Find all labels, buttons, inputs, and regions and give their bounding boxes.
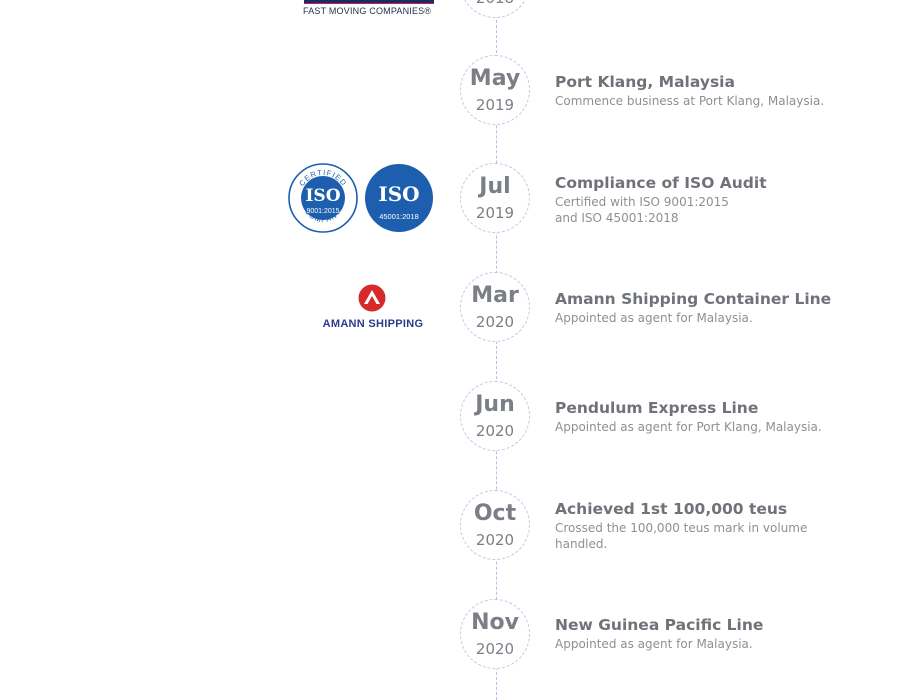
timeline-entry-partial: 2018 (0, 0, 900, 20)
date-year: 2020 (475, 640, 515, 658)
fast-moving-companies-logo: FAST MOVING COMPANIES® (300, 0, 442, 20)
event-description: Commence business at Port Klang, Malaysi… (555, 94, 825, 108)
event-text: Amann Shipping Container Line Appointed … (555, 290, 855, 327)
event-text: New Guinea Pacific Line Appointed as age… (555, 616, 855, 653)
timeline-entry: Jun 2020 Pendulum Express Line Appointed… (0, 381, 900, 453)
date-circle: Mar 2020 (460, 272, 530, 342)
date-year: 2020 (475, 422, 515, 440)
date-circle: Nov 2020 (460, 599, 530, 669)
event-title: Achieved 1st 100,000 teus (555, 500, 788, 518)
date-month: Jul (479, 174, 511, 199)
event-title: Pendulum Express Line (555, 399, 759, 417)
event-description: Appointed as agent for Malaysia. (555, 311, 753, 325)
date-year: 2020 (475, 313, 515, 331)
date-circle: May 2019 (460, 55, 530, 125)
date-circle: 2018 (460, 0, 530, 18)
timeline-entry: May 2019 Port Klang, Malaysia Commence b… (0, 55, 900, 127)
timeline-entry: Jul 2019 Compliance of ISO Audit Certifi… (0, 163, 900, 235)
date-year: 2018 (461, 0, 529, 7)
date-circle: Jul 2019 (460, 163, 530, 233)
timeline-entry: Oct 2020 Achieved 1st 100,000 teus Cross… (0, 490, 900, 562)
date-year: 2019 (475, 96, 515, 114)
date-month: Nov (471, 610, 519, 635)
event-text: Achieved 1st 100,000 teus Crossed the 10… (555, 500, 855, 552)
event-title: Port Klang, Malaysia (555, 73, 735, 91)
event-text: Compliance of ISO Audit Certified with I… (555, 174, 855, 226)
event-title: Amann Shipping Container Line (555, 290, 832, 308)
event-description: Appointed as agent for Malaysia. (555, 637, 753, 651)
date-month: Jun (475, 392, 515, 417)
date-month: Mar (471, 283, 519, 308)
event-title: Compliance of ISO Audit (555, 174, 767, 192)
date-month: May (469, 66, 521, 91)
date-year: 2019 (475, 204, 515, 222)
logo-accent-bar (304, 3, 434, 4)
event-description: Certified with ISO 9001:2015 and ISO 450… (555, 195, 729, 225)
event-text: Pendulum Express Line Appointed as agent… (555, 399, 855, 436)
date-month: Oct (473, 501, 517, 526)
event-title: New Guinea Pacific Line (555, 616, 764, 634)
event-description: Crossed the 100,000 teus mark in volume … (555, 521, 808, 551)
event-description: Appointed as agent for Port Klang, Malay… (555, 420, 822, 434)
logo-text: FAST MOVING COMPANIES® (303, 6, 432, 16)
timeline-entry: Nov 2020 New Guinea Pacific Line Appoint… (0, 599, 900, 671)
event-text: Port Klang, Malaysia Commence business a… (555, 73, 855, 110)
date-circle: Oct 2020 (460, 490, 530, 560)
date-year: 2020 (475, 531, 515, 549)
timeline-entry: Mar 2020 Amann Shipping Container Line A… (0, 272, 900, 344)
company-timeline: 2018 FAST MOVING COMPANIES® May 2019 Por… (0, 0, 900, 700)
date-circle: Jun 2020 (460, 381, 530, 451)
